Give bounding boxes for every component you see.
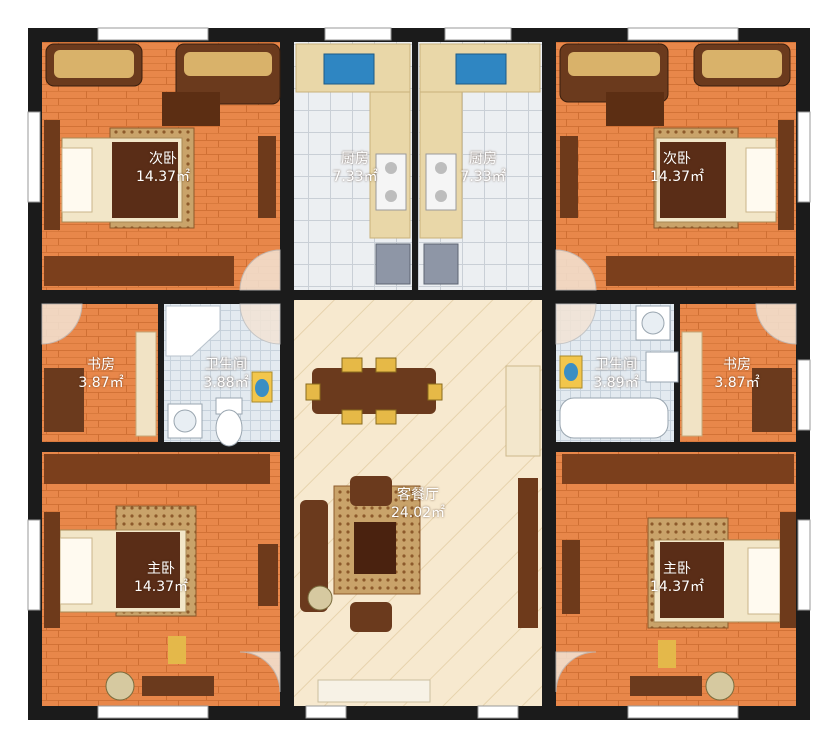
floor-plan — [27, 27, 811, 720]
